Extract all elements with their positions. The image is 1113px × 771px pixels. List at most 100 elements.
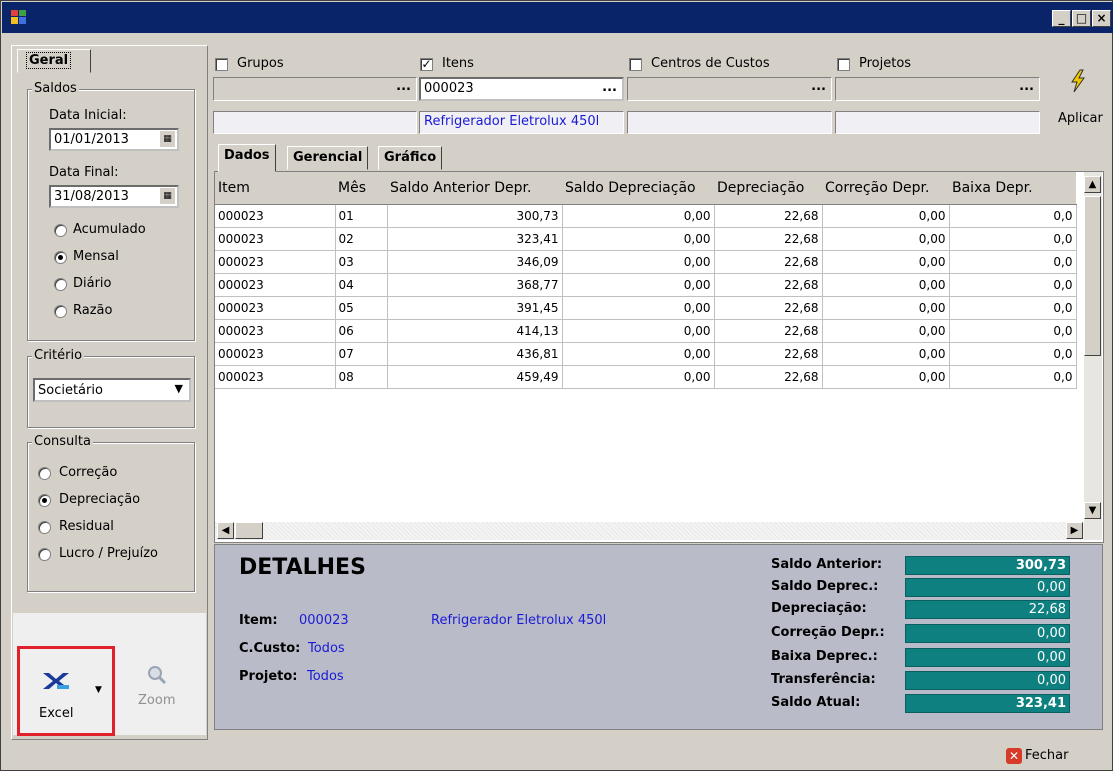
ellipsis-button[interactable]: ...: [396, 79, 411, 94]
table-row[interactable]: 000023 08 459,49 0,00 22,68 0,00 0,0: [215, 365, 1077, 389]
close-icon[interactable]: ✕: [1006, 748, 1022, 764]
criterio-select[interactable]: Societário ▼: [33, 378, 191, 402]
table-row[interactable]: 000023 03 346,09 0,00 22,68 0,00 0,0: [215, 250, 1077, 274]
table-row[interactable]: 000023 01 300,73 0,00 22,68 0,00 0,0: [215, 204, 1077, 228]
table-cell: 04: [335, 273, 388, 297]
radio-residual[interactable]: [38, 521, 51, 534]
saldo-atual-label: Saldo Atual:: [771, 695, 861, 710]
radio-correcao[interactable]: [38, 467, 51, 480]
column-header[interactable]: Saldo Anterior Depr.: [387, 172, 562, 205]
projetos-field[interactable]: ...: [835, 77, 1040, 101]
column-header[interactable]: Saldo Depreciação: [562, 172, 714, 205]
table-cell: 05: [335, 296, 388, 320]
itens-desc: Refrigerador Eletrolux 450l: [419, 111, 624, 134]
centros-field[interactable]: ...: [627, 77, 832, 101]
radio-diario[interactable]: [54, 278, 67, 291]
ellipsis-button[interactable]: ...: [602, 80, 617, 95]
table-cell: 0,00: [562, 273, 715, 297]
scroll-left-button[interactable]: ◀: [217, 522, 234, 539]
scroll-up-button[interactable]: ▲: [1084, 176, 1101, 193]
fechar-button[interactable]: Fechar: [1025, 748, 1068, 763]
table-cell: 22,68: [714, 250, 823, 274]
itens-checkbox[interactable]: ✓: [420, 58, 433, 71]
table-row[interactable]: 000023 06 414,13 0,00 22,68 0,00 0,0: [215, 319, 1077, 343]
table-cell: 22,68: [714, 296, 823, 320]
lightning-icon[interactable]: [1069, 69, 1087, 93]
ellipsis-button[interactable]: ...: [1019, 79, 1034, 94]
column-header[interactable]: Correção Depr.: [822, 172, 949, 205]
radio-acumulado[interactable]: [54, 224, 67, 237]
tab-gerencial[interactable]: Gerencial: [287, 146, 369, 170]
table-cell: 02: [335, 227, 388, 251]
excel-icon[interactable]: [41, 669, 71, 693]
table-cell: 07: [335, 342, 388, 366]
zoom-label[interactable]: Zoom: [138, 693, 175, 708]
grupos-checkbox[interactable]: [215, 58, 228, 71]
excel-label[interactable]: Excel: [39, 706, 73, 721]
excel-dropdown-icon[interactable]: ▼: [95, 685, 102, 695]
projeto-value: Todos: [307, 669, 344, 684]
table-cell: 000023: [215, 227, 336, 251]
table-cell: 323,41: [387, 227, 563, 251]
depreciacao-label: Depreciação:: [771, 601, 867, 616]
tab-dados[interactable]: Dados: [218, 144, 276, 172]
saldo-atual-value: 323,41: [905, 694, 1070, 713]
tab-geral[interactable]: Geral: [17, 49, 91, 73]
table-cell: 346,09: [387, 250, 563, 274]
radio-razao[interactable]: [54, 305, 67, 318]
saldos-group-title: Saldos: [32, 81, 79, 96]
centros-checkbox[interactable]: [629, 58, 642, 71]
tab-grafico[interactable]: Gráfico: [378, 146, 443, 170]
zoom-icon[interactable]: [147, 665, 167, 685]
ellipsis-button[interactable]: ...: [811, 79, 826, 94]
consulta-group-title: Consulta: [32, 434, 93, 449]
table-cell: 000023: [215, 273, 336, 297]
table-cell: 03: [335, 250, 388, 274]
column-header[interactable]: Depreciação: [714, 172, 822, 205]
table-cell: 22,68: [714, 319, 823, 343]
column-header[interactable]: Baixa Depr.: [949, 172, 1076, 205]
radio-depreciacao-label: Depreciação: [59, 492, 141, 507]
chevron-down-icon: ▼: [174, 382, 183, 395]
table-row[interactable]: 000023 04 368,77 0,00 22,68 0,00 0,0: [215, 273, 1077, 297]
data-grid[interactable]: Item Mês Saldo Anterior Depr. Saldo Depreci…: [214, 171, 1104, 543]
data-inicial-field[interactable]: 01/01/2013 ▦: [49, 128, 179, 151]
scroll-right-button[interactable]: ▶: [1066, 522, 1083, 539]
radio-depreciacao[interactable]: [38, 494, 51, 507]
table-cell: 436,81: [387, 342, 563, 366]
maximize-button[interactable]: □: [1072, 10, 1091, 27]
table-cell: 0,0: [949, 227, 1077, 251]
radio-lucro-prejuizo[interactable]: [38, 548, 51, 561]
table-row[interactable]: 000023 05 391,45 0,00 22,68 0,00 0,0: [215, 296, 1077, 320]
table-row[interactable]: 000023 02 323,41 0,00 22,68 0,00 0,0: [215, 227, 1077, 251]
calendar-icon[interactable]: ▦: [160, 131, 175, 147]
close-window-button[interactable]: ×: [1092, 10, 1111, 27]
scroll-down-button[interactable]: ▼: [1084, 502, 1101, 519]
vertical-scrollbar[interactable]: ▲ ▼: [1084, 172, 1102, 540]
hscroll-thumb[interactable]: [235, 522, 263, 539]
column-header[interactable]: Item: [215, 172, 335, 205]
table-cell: 0,00: [822, 319, 950, 343]
minimize-button[interactable]: _: [1052, 10, 1071, 27]
transferencia-label: Transferência:: [771, 672, 876, 687]
itens-field[interactable]: 000023 ...: [419, 77, 624, 101]
table-cell: 0,00: [562, 319, 715, 343]
correcao-depr-label: Correção Depr.:: [771, 625, 885, 640]
baixa-deprec-value: 0,00: [905, 648, 1070, 667]
table-cell: 22,68: [714, 204, 823, 228]
saldo-deprec-value: 0,00: [905, 578, 1070, 597]
horizontal-scrollbar[interactable]: ◀ ▶: [215, 522, 1084, 540]
grupos-desc: [213, 111, 417, 134]
calendar-icon[interactable]: ▦: [160, 188, 175, 204]
item-code: 000023: [299, 613, 349, 628]
grupos-field[interactable]: ...: [213, 77, 417, 101]
aplicar-button[interactable]: Aplicar: [1058, 111, 1103, 126]
radio-diario-label: Diário: [73, 276, 112, 291]
table-row[interactable]: 000023 07 436,81 0,00 22,68 0,00 0,0: [215, 342, 1077, 366]
table-cell: 0,0: [949, 250, 1077, 274]
projetos-checkbox[interactable]: [837, 58, 850, 71]
radio-mensal[interactable]: [54, 251, 67, 264]
data-final-field[interactable]: 31/08/2013 ▦: [49, 185, 179, 208]
scroll-thumb[interactable]: [1084, 196, 1101, 356]
column-header[interactable]: Mês: [335, 172, 387, 205]
